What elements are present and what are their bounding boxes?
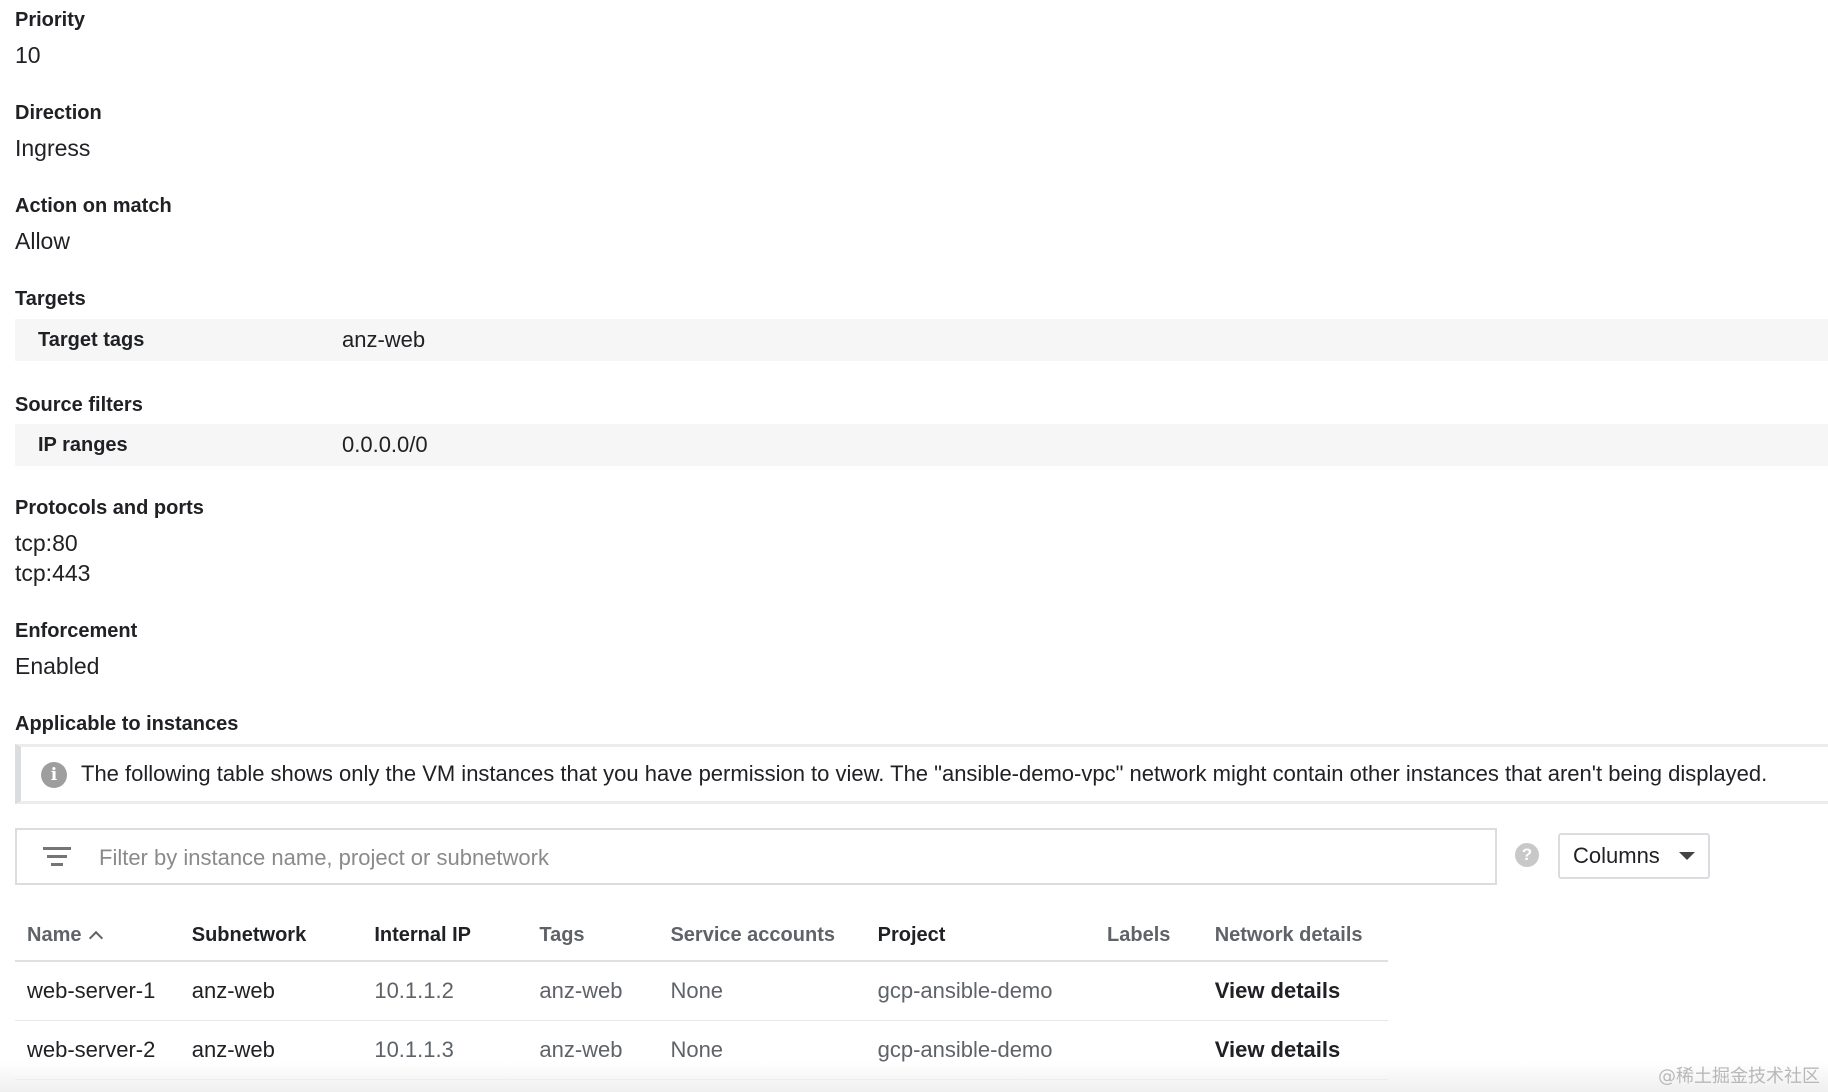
column-header-service-accounts[interactable]: Service accounts bbox=[670, 910, 878, 962]
filter-bar bbox=[15, 828, 1497, 885]
targets-field: Targets bbox=[15, 287, 86, 311]
enforcement-field: Enforcement Enabled bbox=[15, 619, 137, 681]
priority-value: 10 bbox=[15, 42, 41, 68]
protocols-field: Protocols and ports tcp:80 tcp:443 bbox=[15, 496, 204, 588]
view-details-link[interactable]: View details bbox=[1215, 1037, 1341, 1062]
table-row: web-server-1 anz-web 10.1.1.2 anz-web No… bbox=[15, 961, 1388, 1021]
help-icon[interactable]: ? bbox=[1515, 843, 1539, 867]
sort-ascending-icon bbox=[89, 930, 104, 945]
column-header-labels[interactable]: Labels bbox=[1107, 910, 1215, 962]
targets-label: Targets bbox=[15, 288, 86, 310]
direction-label: Direction bbox=[15, 102, 102, 124]
project-cell: gcp-ansible-demo bbox=[877, 961, 1108, 1021]
internal-ip-cell: 10.1.1.2 bbox=[374, 961, 540, 1021]
action-label: Action on match bbox=[15, 195, 172, 217]
column-header-project[interactable]: Project bbox=[877, 910, 1108, 962]
column-header-subnetwork[interactable]: Subnetwork bbox=[191, 910, 375, 962]
direction-field: Direction Ingress bbox=[15, 101, 102, 163]
source-filters-field: Source filters bbox=[15, 393, 143, 417]
filter-input[interactable] bbox=[97, 830, 1481, 885]
caret-down-icon bbox=[1679, 852, 1695, 860]
direction-value: Ingress bbox=[15, 135, 91, 161]
notice-text: The following table shows only the VM in… bbox=[81, 761, 1768, 786]
network-details-cell: View details bbox=[1214, 961, 1388, 1021]
target-tags-value: anz-web bbox=[342, 327, 426, 352]
protocol-value: tcp:80 bbox=[15, 530, 78, 556]
action-field: Action on match Allow bbox=[15, 194, 172, 256]
priority-field: Priority 10 bbox=[15, 8, 85, 70]
ip-ranges-key: IP ranges bbox=[38, 434, 128, 456]
source-filters-label: Source filters bbox=[15, 394, 143, 416]
target-tags-row: Target tags anz-web bbox=[15, 319, 1828, 361]
tags-cell: anz-web bbox=[539, 961, 671, 1021]
info-icon: i bbox=[41, 762, 67, 788]
priority-label: Priority bbox=[15, 9, 86, 31]
columns-label: Columns bbox=[1573, 843, 1660, 868]
ip-ranges-row: IP ranges 0.0.0.0/0 bbox=[15, 424, 1828, 466]
filter-icon[interactable] bbox=[42, 846, 72, 868]
column-header-network-details[interactable]: Network details bbox=[1214, 910, 1388, 962]
column-header-name[interactable]: Name bbox=[15, 910, 192, 962]
table-header-row: Name Subnetwork Internal IP Tags Service… bbox=[15, 910, 1388, 962]
target-tags-key: Target tags bbox=[38, 329, 145, 351]
column-header-tags[interactable]: Tags bbox=[539, 910, 671, 962]
enforcement-value: Enabled bbox=[15, 653, 100, 679]
column-header-internal-ip[interactable]: Internal IP bbox=[374, 910, 540, 962]
ip-ranges-value: 0.0.0.0/0 bbox=[342, 432, 428, 457]
column-header-label: Name bbox=[27, 923, 82, 946]
instance-name-cell: web-server-1 bbox=[15, 961, 192, 1021]
subnetwork-cell: anz-web bbox=[191, 961, 375, 1021]
bottom-fade bbox=[0, 1062, 1828, 1092]
applicable-label: Applicable to instances bbox=[15, 713, 239, 735]
action-value: Allow bbox=[15, 228, 70, 254]
watermark: @稀土掘金技术社区 bbox=[1658, 1066, 1820, 1087]
protocols-label: Protocols and ports bbox=[15, 497, 204, 519]
service-accounts-cell: None bbox=[670, 961, 878, 1021]
enforcement-label: Enforcement bbox=[15, 620, 138, 642]
view-details-link[interactable]: View details bbox=[1215, 978, 1341, 1003]
columns-button[interactable]: Columns bbox=[1558, 833, 1710, 879]
instances-table: Name Subnetwork Internal IP Tags Service… bbox=[15, 910, 1388, 1080]
permission-notice: i The following table shows only the VM … bbox=[15, 744, 1828, 804]
labels-cell bbox=[1107, 961, 1215, 1021]
applicable-field: Applicable to instances bbox=[15, 712, 238, 736]
protocol-value: tcp:443 bbox=[15, 560, 91, 586]
